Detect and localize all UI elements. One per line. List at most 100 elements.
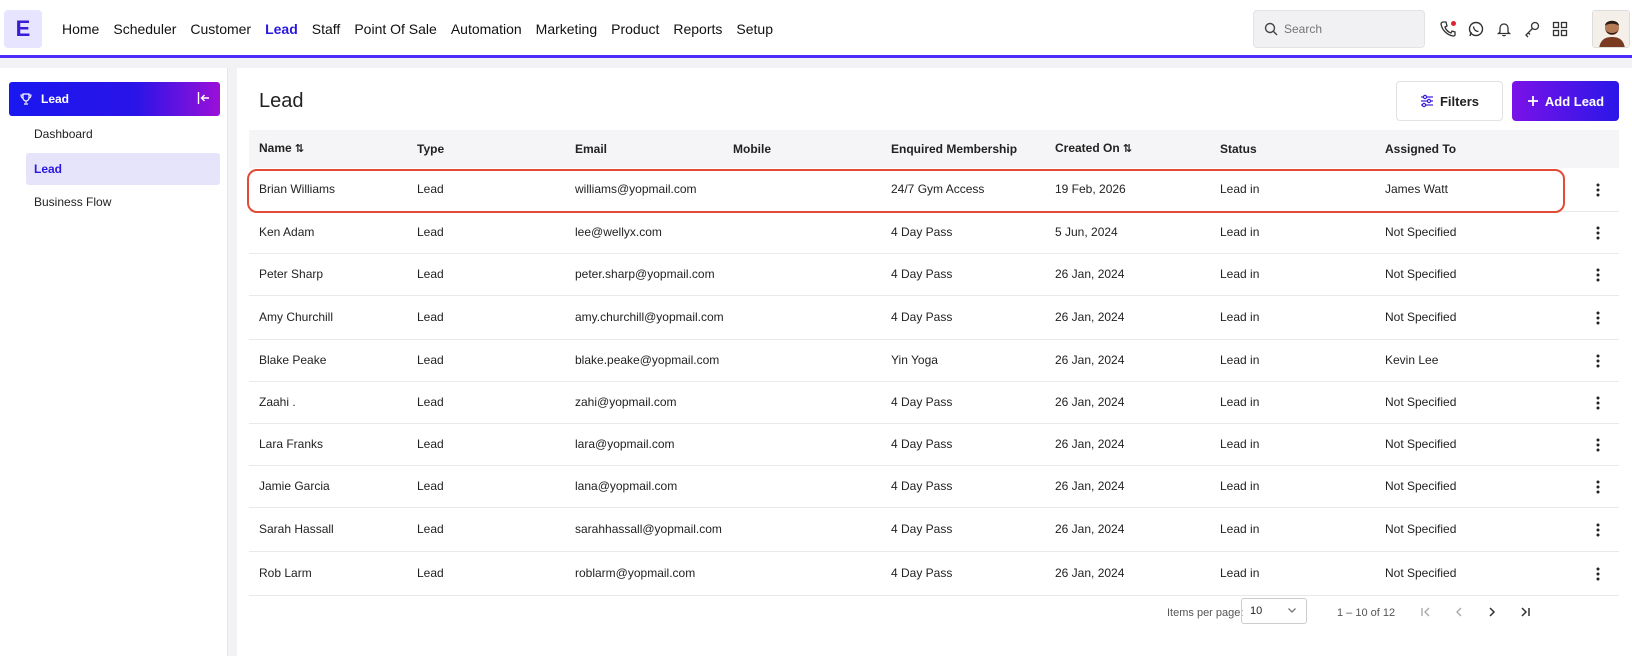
next-page-button[interactable] <box>1480 600 1504 624</box>
row-menu-button[interactable] <box>1540 268 1610 282</box>
bell-icon[interactable] <box>1493 18 1515 40</box>
whatsapp-icon[interactable] <box>1465 18 1487 40</box>
cell-assigned-to: Kevin Lee <box>1385 353 1439 367</box>
cell-email: sarahhassall@yopmail.com <box>575 522 722 536</box>
row-menu-button[interactable] <box>1540 183 1610 197</box>
first-page-button[interactable] <box>1414 600 1438 624</box>
nav-item-staff[interactable]: Staff <box>312 21 341 37</box>
cell-email: lara@yopmail.com <box>575 437 675 451</box>
cell-type: Lead <box>417 522 444 536</box>
more-vertical-icon <box>1596 523 1600 536</box>
collapse-sidebar-icon[interactable] <box>196 90 212 109</box>
cell-assigned-to: Not Specified <box>1385 225 1457 239</box>
table-row[interactable]: Peter Sharp Lead peter.sharp@yopmail.com 4 … <box>249 254 1619 296</box>
page-range: 1 – 10 of 12 <box>1337 607 1396 619</box>
nav-item-point-of-sale[interactable]: Point Of Sale <box>354 21 437 37</box>
row-menu-button[interactable] <box>1540 396 1610 410</box>
sidebar-item-lead[interactable]: Lead <box>26 153 220 185</box>
pagination: Items per page: 10 1 – 10 of 12 <box>237 598 1632 628</box>
search-input[interactable] <box>1284 22 1414 36</box>
plus-icon <box>1527 96 1538 106</box>
nav-item-home[interactable]: Home <box>62 21 99 37</box>
row-menu-button[interactable] <box>1540 567 1610 581</box>
cell-type: Lead <box>417 310 444 324</box>
nav-item-product[interactable]: Product <box>611 21 659 37</box>
grid-icon[interactable] <box>1549 18 1571 40</box>
table-row[interactable]: Lara Franks Lead lara@yopmail.com 4 Day Pas… <box>249 424 1619 466</box>
cell-name: Rob Larm <box>259 566 312 580</box>
main-nav: Home Scheduler Customer Lead Staff Point Of S… <box>62 0 787 58</box>
cell-created-on: 26 Jan, 2024 <box>1055 437 1125 451</box>
table-row[interactable]: Rob Larm Lead roblarm@yopmail.com 4 Day Pas… <box>249 552 1619 596</box>
cell-assigned-to: Not Specified <box>1385 437 1457 451</box>
cell-assigned-to: Not Specified <box>1385 395 1457 409</box>
row-menu-button[interactable] <box>1540 311 1610 325</box>
last-page-button[interactable] <box>1513 600 1537 624</box>
table-header: Name ⇅ Type Email Mobile Enquired Members… <box>249 130 1619 168</box>
header-created-on[interactable]: Created On ⇅ <box>1045 141 1210 157</box>
items-per-page-select[interactable]: 10 <box>1241 598 1307 624</box>
cell-created-on: 26 Jan, 2024 <box>1055 479 1125 493</box>
key-icon[interactable] <box>1521 18 1543 40</box>
row-menu-button[interactable] <box>1540 354 1610 368</box>
cell-membership: 4 Day Pass <box>891 225 953 239</box>
cell-name: Peter Sharp <box>259 267 324 281</box>
cell-status: Lead in <box>1220 182 1260 196</box>
header-name[interactable]: Name ⇅ <box>249 141 407 157</box>
nav-item-automation[interactable]: Automation <box>451 21 522 37</box>
cell-membership: 4 Day Pass <box>891 437 953 451</box>
table-row[interactable]: Jamie Garcia Lead lana@yopmail.com 4 Day Pa… <box>249 466 1619 508</box>
row-menu-button[interactable] <box>1540 226 1610 240</box>
main-panel: Lead Filters Add Lead Name ⇅ Type Email M… <box>237 68 1632 656</box>
sidebar-title: Lead <box>41 92 70 106</box>
nav-item-lead[interactable]: Lead <box>265 21 298 37</box>
cell-status: Lead in <box>1220 353 1260 367</box>
sidebar-item-business-flow[interactable]: Business Flow <box>26 186 220 218</box>
table-row[interactable]: Blake Peake Lead blake.peake@yopmail.com Yi… <box>249 340 1619 382</box>
sort-icon[interactable]: ⇅ <box>1123 143 1132 155</box>
cell-email: blake.peake@yopmail.com <box>575 353 720 367</box>
cell-email: lee@wellyx.com <box>575 225 662 239</box>
cell-name: Zaahi . <box>259 395 296 409</box>
chevron-down-icon <box>1288 608 1296 613</box>
cell-membership: 4 Day Pass <box>891 267 953 281</box>
previous-page-button[interactable] <box>1447 600 1471 624</box>
cell-created-on: 26 Jan, 2024 <box>1055 522 1125 536</box>
cell-membership: 4 Day Pass <box>891 310 953 324</box>
cell-created-on: 26 Jan, 2024 <box>1055 267 1125 281</box>
more-vertical-icon <box>1596 226 1600 239</box>
nav-item-scheduler[interactable]: Scheduler <box>113 21 176 37</box>
row-menu-button[interactable] <box>1540 523 1610 537</box>
cell-name: Jamie Garcia <box>259 479 330 493</box>
table-row[interactable]: Sarah Hassall Lead sarahhassall@yopmail.co… <box>249 508 1619 552</box>
search-box[interactable] <box>1253 10 1425 48</box>
phone-icon[interactable] <box>1437 18 1459 40</box>
table-row[interactable]: Amy Churchill Lead amy.churchill@yopmail.c… <box>249 296 1619 340</box>
cell-status: Lead in <box>1220 437 1260 451</box>
nav-item-marketing[interactable]: Marketing <box>536 21 597 37</box>
row-menu-button[interactable] <box>1540 438 1610 452</box>
table-body: Brian Williams Lead williams@yopmail.com 24… <box>247 168 1619 596</box>
nav-item-setup[interactable]: Setup <box>736 21 773 37</box>
cell-type: Lead <box>417 566 444 580</box>
user-avatar[interactable] <box>1592 10 1630 48</box>
table-row[interactable]: Brian Williams Lead williams@yopmail.com 24… <box>247 168 1619 213</box>
chevron-right-icon <box>1489 607 1496 617</box>
table-row[interactable]: Zaahi . Lead zahi@yopmail.com 4 Day Pass 26 … <box>249 382 1619 424</box>
trophy-icon <box>20 93 32 105</box>
filters-button[interactable]: Filters <box>1396 81 1503 121</box>
row-menu-button[interactable] <box>1540 480 1610 494</box>
sort-icon[interactable]: ⇅ <box>295 143 304 155</box>
cell-name: Ken Adam <box>259 225 315 239</box>
app-logo[interactable]: E <box>4 10 42 48</box>
cell-email: lana@yopmail.com <box>575 479 678 493</box>
nav-item-reports[interactable]: Reports <box>673 21 722 37</box>
nav-item-customer[interactable]: Customer <box>190 21 251 37</box>
cell-email: zahi@yopmail.com <box>575 395 677 409</box>
cell-created-on: 5 Jun, 2024 <box>1055 225 1118 239</box>
sidebar-item-dashboard[interactable]: Dashboard <box>26 118 220 150</box>
add-lead-button[interactable]: Add Lead <box>1512 81 1619 121</box>
cell-email: peter.sharp@yopmail.com <box>575 267 715 281</box>
table-row[interactable]: Ken Adam Lead lee@wellyx.com 4 Day Pass 5 Ju… <box>249 212 1619 254</box>
cell-membership: 4 Day Pass <box>891 522 953 536</box>
